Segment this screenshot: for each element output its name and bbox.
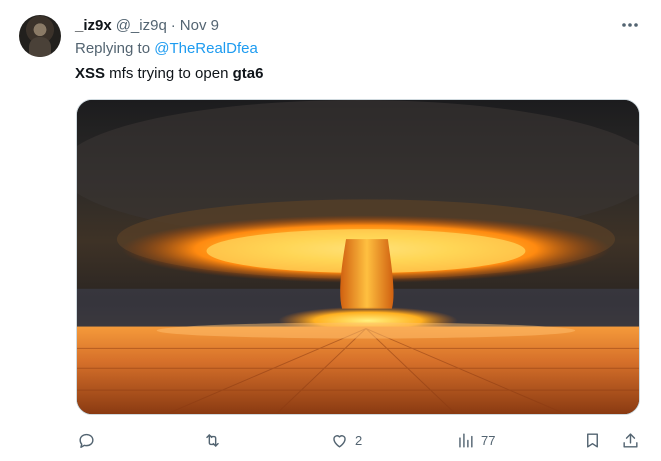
replying-to: Replying to @TheRealDfea [75,40,258,57]
separator-dot: · [170,16,176,34]
reply-mention-link[interactable]: @TheRealDfea [154,40,258,57]
tweet-media-image[interactable] [76,99,640,415]
display-name[interactable]: _iz9x [75,17,112,34]
more-icon [622,23,638,27]
tweet-actions: 2 77 [75,428,645,452]
share-button[interactable] [621,428,640,452]
views-button[interactable]: 77 [456,428,495,452]
tweet-header: _iz9x @_iz9q · Nov 9 [75,14,219,36]
tweet-text-bold-1: XSS [75,65,106,82]
share-icon [623,432,638,448]
bookmark-icon [587,432,598,448]
avatar[interactable] [19,15,61,57]
nuclear-explosion-image [77,100,639,414]
like-button[interactable]: 2 [330,428,362,452]
user-handle[interactable]: @_iz9q [116,17,167,34]
tweet-text-bold-2: gta6 [232,65,264,82]
tweet-text-plain: mfs trying to open [105,65,233,82]
bookmark-button[interactable] [583,428,602,452]
tweet-text: XSS mfs trying to open gta6 [75,65,263,82]
reply-button[interactable] [77,428,102,452]
retweet-icon [206,433,219,447]
replying-to-label: Replying to [75,40,151,57]
views-icon [459,432,473,448]
retweet-button[interactable] [203,428,228,452]
heart-icon [333,434,346,448]
like-count: 2 [355,432,363,448]
tweet-card[interactable]: _iz9x @_iz9q · Nov 9 Replying to @TheRea… [0,0,661,461]
more-options-button[interactable] [618,14,642,36]
views-count: 77 [481,432,496,448]
reply-icon [79,433,94,448]
tweet-date[interactable]: Nov 9 [180,17,219,34]
